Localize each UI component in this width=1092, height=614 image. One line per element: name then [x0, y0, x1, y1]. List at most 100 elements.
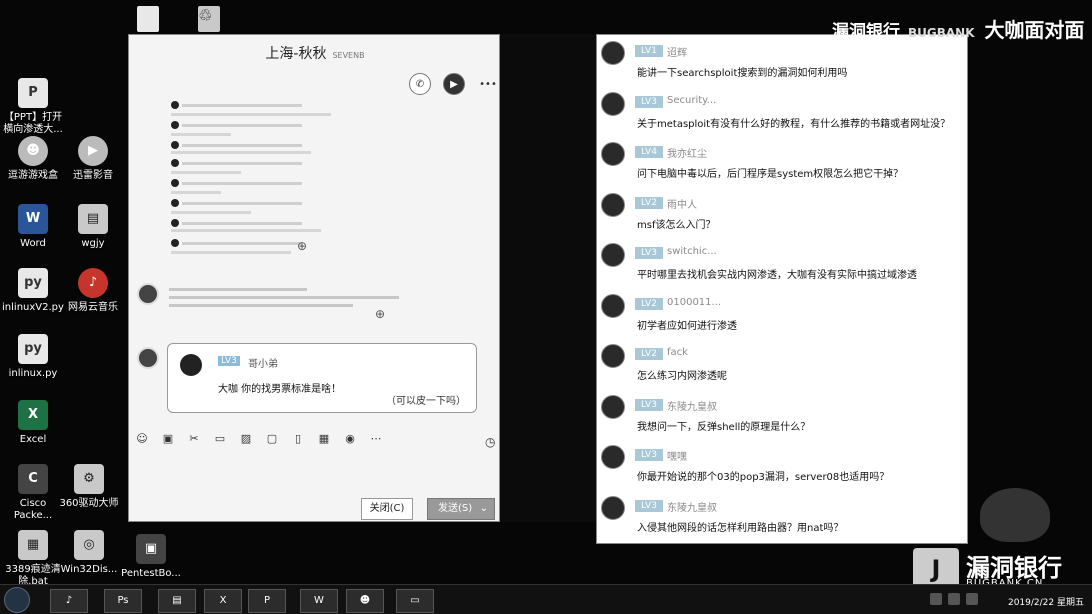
chat-title: 上海-秋秋 SEVENB — [265, 46, 365, 62]
taskbar-excel-icon[interactable]: X — [204, 589, 242, 613]
question-list-panel: LV1 迢辉 能讲一下searchsploit搜索到的漏洞如何利用吗 LV3 Secur… — [596, 34, 968, 544]
taskbar-folder-icon[interactable]: ▭ — [396, 589, 434, 613]
question-item[interactable]: LV3 东陵九皇叔 我想问一下，反弹shell的原理是什么？ — [597, 391, 969, 441]
tray-icon[interactable] — [930, 593, 942, 605]
chevron-down-icon[interactable]: ⌄ — [480, 499, 488, 519]
avatar — [601, 394, 625, 419]
avatar — [171, 159, 179, 167]
zoom-icon[interactable]: ⊕ — [297, 239, 307, 253]
avatar — [601, 91, 625, 116]
question-item[interactable]: LV2 fack 怎么练习内网渗透呢 — [597, 340, 969, 390]
recycle-bin-icon[interactable]: ♲ — [198, 6, 220, 32]
taskbar-ppt-icon[interactable]: P — [248, 589, 286, 613]
asker-name: fack — [667, 347, 688, 358]
taskbar-ps-icon[interactable]: Ps — [104, 589, 142, 613]
desktop-icon-driver[interactable]: ⚙ 360驱动大师 — [56, 464, 122, 510]
close-button[interactable]: 关闭(C) — [361, 498, 413, 520]
desktop-icon-game[interactable]: ☻ 逗游游戏盒 — [0, 136, 66, 182]
level-badge: LV3 — [635, 449, 663, 461]
video-icon[interactable]: ▶ — [443, 73, 465, 95]
screen-icon[interactable]: ▢ — [265, 432, 279, 446]
desktop-icon-win32[interactable]: ◎ Win32Dis... — [56, 530, 122, 576]
image-icon[interactable]: ▨ — [239, 432, 253, 446]
watermark-top: 漏洞银行 BUGBANK 大咖面对面 — [832, 18, 1085, 42]
history-msg — [171, 133, 231, 136]
desktop-icon-inlinuxv2[interactable]: py inlinuxV2.py — [0, 268, 66, 314]
tray-icon[interactable] — [948, 593, 960, 605]
history-clock-icon[interactable]: ◷ — [485, 435, 495, 449]
taskbar-explorer-icon[interactable]: ▤ — [158, 589, 196, 613]
avatar — [601, 41, 625, 65]
folder-icon[interactable]: ▭ — [213, 432, 227, 446]
desktop-icon-music[interactable]: ♪ 网易云音乐 — [60, 268, 126, 314]
excel-icon: X — [18, 400, 48, 430]
level-badge: LV3 — [635, 499, 663, 512]
level-badge: LV3 — [635, 398, 663, 411]
start-button[interactable] — [4, 587, 30, 613]
question-text: 你最开始说的那个03的pop3漏洞，server08也适用吗？ — [637, 472, 890, 483]
desktop-icon-pentestbox[interactable]: ▣ PentestBo... — [118, 534, 184, 580]
desktop: P 【PPT】打开横向渗透大... ☻ 逗游游戏盒 ▶ 迅雷影音 W Word … — [0, 0, 1092, 614]
avatar — [601, 142, 625, 166]
box-icon: ▣ — [136, 534, 166, 564]
avatar — [171, 121, 179, 129]
music-icon: ♪ — [78, 268, 108, 298]
player-icon: ▶ — [78, 136, 108, 166]
desktop-icon-inlinux[interactable]: py inlinux.py — [0, 334, 66, 380]
taskbar-music-icon[interactable]: ♪ — [50, 589, 88, 613]
taskbar-qq-icon[interactable]: ☻ — [346, 589, 384, 613]
gif-icon[interactable]: ▣ — [161, 432, 175, 446]
question-item[interactable]: LV3 嘿嘿你最开始说的那个03的pop3漏洞，server08也适用吗？ — [597, 441, 969, 491]
question-item[interactable]: LV4 我亦红尘 问下电脑中毒以后，后门程序是system权限怎么把它干掉？ — [597, 138, 969, 188]
question-text: 我想问一下，反弹shell的原理是什么？ — [637, 421, 811, 433]
question-item[interactable]: LV1 迢辉 能讲一下searchsploit搜索到的漏洞如何利用吗 — [597, 37, 969, 87]
zoom-icon[interactable]: ⊕ — [375, 307, 385, 321]
tray-icon[interactable] — [966, 593, 978, 605]
history-row — [171, 239, 302, 247]
avatar — [171, 179, 179, 187]
asker-name: 东陵九皇叔 — [667, 502, 717, 514]
avatar — [601, 344, 625, 368]
taskbar-word-icon[interactable]: W — [300, 589, 338, 613]
question-item[interactable]: LV2 雨中人 msf该怎么入门？ — [597, 189, 969, 239]
avatar — [171, 239, 179, 247]
history-row — [171, 141, 302, 149]
desktop-icon-wgjy[interactable]: ▤ wgjy — [60, 204, 126, 250]
level-badge: LV2 — [635, 348, 663, 360]
desktop-icon-ppt[interactable]: P 【PPT】打开横向渗透大... — [0, 78, 66, 136]
more-icon[interactable]: ••• — [477, 73, 499, 95]
history-msg — [171, 113, 331, 116]
level-badge: LV3 — [635, 95, 663, 108]
question-text: 能讲一下searchsploit搜索到的漏洞如何利用吗 — [637, 68, 848, 79]
asker-name: 嘿嘿 — [667, 452, 687, 463]
avatar — [137, 347, 159, 369]
python-icon: py — [18, 268, 48, 298]
phone-icon[interactable]: ✆ — [409, 73, 431, 95]
question-text: 怎么练习内网渗透呢 — [637, 371, 727, 382]
game-icon: ☻ — [18, 136, 48, 166]
desktop-icon-excel[interactable]: X Excel — [0, 400, 66, 446]
emoji-icon[interactable]: ☺ — [135, 432, 149, 446]
question-item[interactable]: LV3 东陵九皇叔入侵其他网段的话怎样利用路由器？用nat吗？ — [597, 492, 969, 542]
level-badge: LV3 — [635, 247, 663, 259]
question-item[interactable]: LV3 Security... 关于metasploit有没有什么好的教程，有什么推… — [597, 88, 969, 138]
question-text: 入侵其他网段的话怎样利用路由器？用nat吗？ — [637, 522, 844, 534]
scissors-icon[interactable]: ✂ — [187, 432, 201, 446]
message-reply: （可以皮一下吗） — [386, 396, 466, 407]
send-button[interactable]: 发送(S) ⌄ — [427, 498, 495, 520]
calendar-icon[interactable]: ▦ — [317, 432, 331, 446]
more-tools-icon[interactable]: ⋯ — [369, 432, 383, 446]
file-icon[interactable] — [137, 6, 159, 32]
question-item[interactable]: LV2 0100011... 初学者应如何进行渗透 — [597, 290, 969, 340]
asker-name: 雨中人 — [667, 199, 697, 211]
mic-icon[interactable]: ◉ — [343, 432, 357, 446]
desktop-icon-word[interactable]: W Word — [0, 204, 66, 250]
driver-icon: ⚙ — [74, 464, 104, 494]
question-item[interactable]: LV3 switchic... 平时哪里去找机会实战内网渗透，大咖有没有实际中搞过域… — [597, 239, 969, 289]
desktop-icon-player[interactable]: ▶ 迅雷影音 — [60, 136, 126, 182]
history-msg — [171, 211, 251, 214]
vibrate-icon[interactable]: ▯ — [291, 432, 305, 446]
asker-name: Security... — [667, 94, 717, 106]
history-msg — [171, 251, 291, 254]
chat-window: 上海-秋秋 SEVENB ✆ ▶ ••• ⊕ ⊕ LV3 哥小弟 大咖 你的找男… — [128, 34, 500, 522]
